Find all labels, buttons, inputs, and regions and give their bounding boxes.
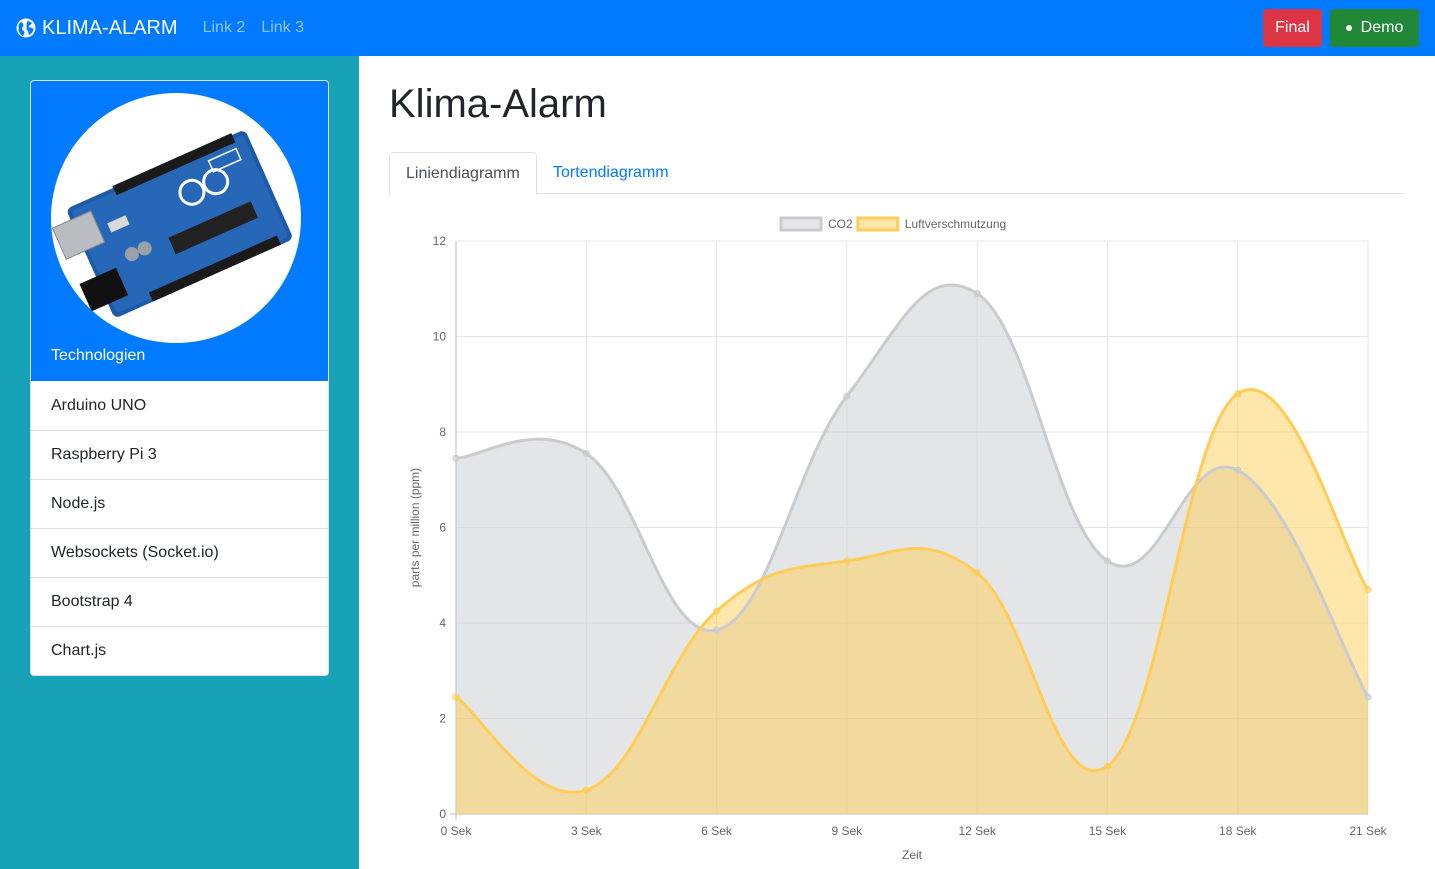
data-point (713, 607, 721, 615)
nav-link-2[interactable]: Link 2 (203, 19, 246, 37)
data-point (713, 626, 721, 634)
y-tick-label: 4 (439, 616, 446, 630)
final-button[interactable]: Final (1263, 9, 1322, 47)
line-chart: 0 2 4 6 8 10 12 0 Sek 3 Sek 6 Sek 9 Sek 12 Sek 15 Se… (408, 216, 1388, 862)
list-item[interactable]: Node.js (31, 479, 328, 528)
demo-button-label: Demo (1360, 19, 1404, 36)
list-item[interactable]: Websockets (Socket.io) (31, 528, 328, 577)
data-point (582, 449, 590, 457)
y-axis-title: parts per million (ppm) (408, 468, 422, 587)
brand[interactable]: KLIMA-ALARM (16, 17, 178, 40)
data-point (1364, 586, 1372, 594)
list-item[interactable]: Arduino UNO (31, 381, 328, 430)
x-axis-title: Zeit (902, 848, 923, 862)
data-point (1234, 466, 1242, 474)
legend-swatch (779, 216, 823, 232)
data-point (973, 290, 981, 298)
main-content: Klima-Alarm Liniendiagramm Tortendiagram… (359, 56, 1435, 869)
x-tick-label: 9 Sek (832, 824, 864, 838)
brand-text: KLIMA-ALARM (42, 16, 178, 39)
y-tick-label: 0 (439, 807, 446, 821)
data-point (1103, 557, 1111, 565)
technology-list: Arduino UNO Raspberry Pi 3 Node.js Webso… (31, 381, 328, 675)
globe-icon (16, 18, 36, 38)
data-point (1364, 693, 1372, 701)
y-tick-label: 12 (433, 234, 447, 248)
list-item[interactable]: Bootstrap 4 (31, 577, 328, 626)
legend-label: CO2 (828, 217, 853, 231)
data-point (452, 454, 460, 462)
x-tick-label: 21 Sek (1349, 824, 1387, 838)
data-point (1234, 390, 1242, 398)
x-tick-label: 6 Sek (701, 824, 733, 838)
nav-actions: Final Demo (1263, 9, 1419, 47)
card-title: Technologien (51, 347, 146, 364)
arduino-board-image (51, 93, 301, 343)
y-tick-label: 10 (433, 330, 447, 344)
x-tick-label: 3 Sek (571, 824, 603, 838)
data-point (582, 786, 590, 794)
y-tick-label: 6 (439, 521, 446, 535)
page-title: Klima-Alarm (389, 82, 607, 126)
data-point (1103, 762, 1111, 770)
x-tick-label: 18 Sek (1219, 824, 1257, 838)
status-dot-icon (1345, 25, 1352, 31)
demo-button[interactable]: Demo (1330, 9, 1419, 47)
data-point (843, 392, 851, 400)
y-tick-label: 2 (439, 712, 446, 726)
final-button-label: Final (1275, 19, 1310, 36)
tab-line-chart[interactable]: Liniendiagramm (389, 152, 537, 195)
x-tick-label: 12 Sek (958, 824, 996, 838)
technology-card: Technologien Arduino UNO Raspberry Pi 3 … (30, 80, 329, 676)
card-header: Technologien (31, 81, 328, 381)
legend-label: Luftverschmutzung (905, 217, 1006, 231)
nav-link-3[interactable]: Link 3 (261, 19, 304, 37)
x-tick-label: 15 Sek (1089, 824, 1127, 838)
chart-tabs: Liniendiagramm Tortendiagramm (389, 152, 1404, 195)
x-tick-label: 0 Sek (441, 824, 473, 838)
y-tick-label: 8 (439, 425, 446, 439)
navbar: KLIMA-ALARM Link 2 Link 3 Final Demo (0, 0, 1435, 56)
list-item[interactable]: Chart.js (31, 626, 328, 675)
tab-pie-chart[interactable]: Tortendiagramm (537, 152, 685, 194)
data-point (973, 569, 981, 577)
data-point (452, 693, 460, 701)
list-item[interactable]: Raspberry Pi 3 (31, 430, 328, 479)
sidebar: Technologien Arduino UNO Raspberry Pi 3 … (0, 56, 359, 869)
legend-swatch (856, 216, 900, 232)
data-point (843, 557, 851, 565)
